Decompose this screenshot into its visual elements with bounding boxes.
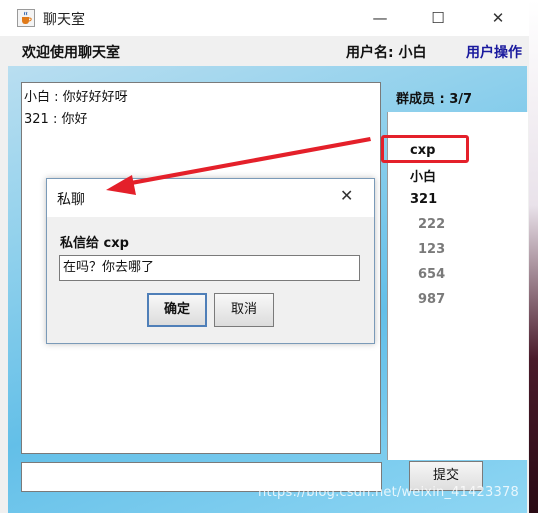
chat-window: 聊天室 — ☐ ✕ 欢迎使用聊天室 用户名: 小白 用户操作 小白 : 你好好好… [0, 0, 530, 513]
watermark-text: https://blog.csdn.net/weixin_41423378 [258, 485, 519, 500]
annotation-arrow-head [106, 175, 136, 195]
annotation-arrow-shaft [125, 137, 371, 186]
annotation-arrow [106, 137, 371, 195]
desktop-background [529, 0, 538, 513]
